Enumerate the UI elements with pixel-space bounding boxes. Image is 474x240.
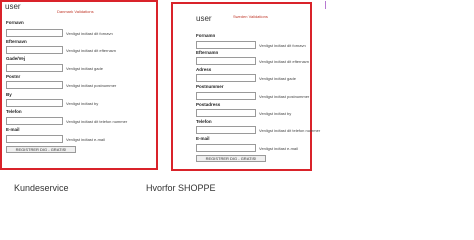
hint-email: Venligst indtast e-mail: [259, 146, 298, 151]
hint-telefon: Venligst indtast dit telefon nummer: [259, 128, 321, 133]
fornavn-input[interactable]: [6, 29, 63, 37]
divider-line: [325, 1, 326, 9]
by-input[interactable]: [6, 99, 63, 107]
hint-by: Venligst indtast by: [66, 101, 99, 106]
adress-input[interactable]: [196, 74, 256, 82]
label-email: E-mail: [196, 136, 210, 141]
form-title: user: [5, 2, 21, 11]
telefon-input[interactable]: [196, 126, 256, 134]
label-by: By: [6, 92, 12, 97]
hint-efternamn: Venligst indtast dit efternavn: [259, 59, 310, 64]
registration-form-sweden: user Sweden Validations Fornamn Venligst…: [171, 2, 320, 171]
label-telefon: Telefon: [6, 109, 22, 114]
label-postnr: Postnr: [6, 74, 21, 79]
postnr-input[interactable]: [6, 81, 63, 89]
registration-form-denmark: user Danmark Validations Fornavn Venligs…: [0, 0, 158, 170]
hint-gade: Venligst indtast gade: [66, 66, 103, 71]
footer-link-hvorfor-shoppe[interactable]: Hvorfor SHOPPE: [146, 183, 216, 193]
validation-note: Danmark Validations: [57, 9, 94, 14]
telefon-input[interactable]: [6, 117, 63, 125]
hint-adress: Venligst indtast gade: [259, 76, 296, 81]
email-input[interactable]: [6, 135, 63, 143]
form-title: user: [196, 14, 212, 23]
hint-email: Venligst indtast e-mail: [66, 137, 105, 142]
postnummer-input[interactable]: [196, 92, 256, 100]
email-input[interactable]: [196, 144, 256, 152]
footer-link-kundeservice[interactable]: Kundeservice: [14, 183, 74, 193]
label-fornamn: Fornamn: [196, 33, 216, 38]
hint-postnr: Venligst indtast postnummer: [66, 83, 117, 88]
label-email: E-mail: [6, 127, 20, 132]
hint-telefon: Venligst indtast dit telefon nummer: [66, 119, 128, 124]
fornamn-input[interactable]: [196, 41, 256, 49]
efternavn-input[interactable]: [6, 46, 63, 54]
label-postnummer: Postnummer: [196, 84, 224, 89]
label-postadress: Postadress: [196, 102, 221, 107]
postadress-input[interactable]: [196, 109, 256, 117]
label-adress: Adress: [196, 67, 212, 72]
register-button[interactable]: REGISTRER DIG - GRATIS!: [196, 155, 266, 162]
label-gade: Gade/Vej: [6, 56, 26, 61]
label-efternamn: Efternamn: [196, 50, 219, 55]
gade-input[interactable]: [6, 64, 63, 72]
register-button[interactable]: REGISTRER DIG - GRATIS!: [6, 146, 76, 153]
label-efternavn: Efternavn: [6, 39, 27, 44]
efternamn-input[interactable]: [196, 57, 256, 65]
label-telefon: Telefon: [196, 119, 212, 124]
hint-fornamn: Venligst indtast dit fornavn: [259, 43, 306, 48]
validation-note: Sweden Validations: [233, 14, 268, 19]
hint-postnummer: Venligst indtast postnummer: [259, 94, 310, 99]
hint-fornavn: Venligst indtast dit fornavn: [66, 31, 113, 36]
hint-postadress: Venligst indtast by: [259, 111, 292, 116]
hint-efternavn: Venligst indtast dit efternavn: [66, 48, 117, 53]
label-fornavn: Fornavn: [6, 20, 24, 25]
